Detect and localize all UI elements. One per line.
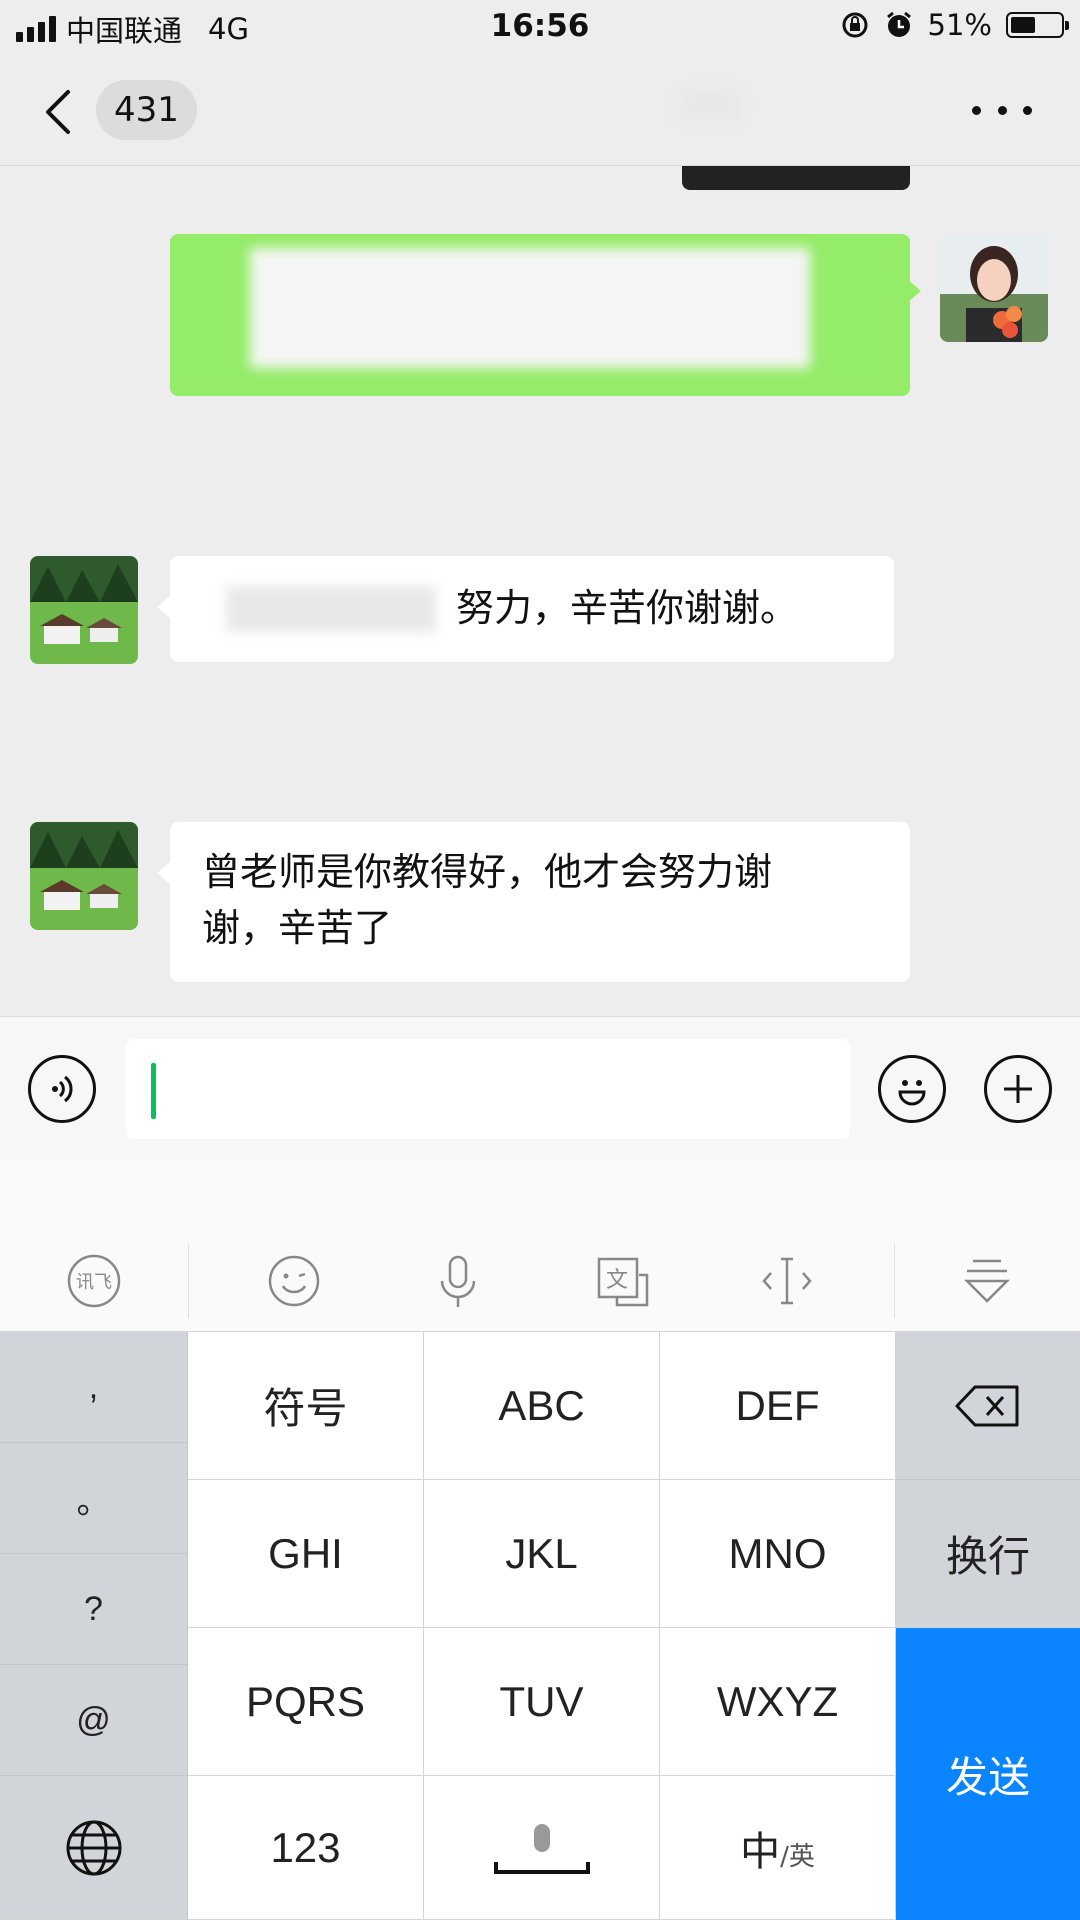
emoji-button[interactable] (878, 1055, 946, 1123)
translate-icon[interactable]: 文 (590, 1248, 656, 1314)
bubble-tail (157, 596, 170, 618)
more-actions-button[interactable] (984, 1055, 1052, 1123)
svg-text:讯飞: 讯飞 (76, 1272, 112, 1293)
chat-title-redacted (680, 90, 740, 120)
cursor-move-icon[interactable] (754, 1248, 820, 1314)
input-bar (0, 1016, 1080, 1160)
smiley-icon (898, 1080, 926, 1106)
key-at[interactable]: @ (0, 1665, 188, 1776)
my-avatar[interactable] (940, 234, 1048, 342)
key-abc[interactable]: ABC (424, 1332, 660, 1480)
more-button[interactable] (972, 90, 1032, 130)
keyboard-toolbar: 讯飞 文 (0, 1230, 1080, 1332)
status-bar: 中国联通 4G 16:56 51% (0, 0, 1080, 56)
message-text-line2: 谢，辛苦了 (202, 906, 393, 950)
avatar-landscape-house (30, 822, 138, 930)
message-text: 努力，辛苦你谢谢。 (456, 586, 799, 630)
battery-fill (1011, 17, 1036, 33)
collapse-keyboard-icon[interactable] (954, 1248, 1020, 1314)
redacted-content (226, 586, 436, 632)
battery-icon (1006, 12, 1069, 38)
t9-keyboard: , 。 ? @ 符号 ABC DEF GHI JKL MNO PQRS TUV … (0, 1332, 1080, 1920)
key-jkl[interactable]: JKL (424, 1480, 660, 1628)
contact-avatar[interactable] (30, 822, 138, 930)
backspace-key[interactable] (896, 1332, 1080, 1480)
toolbar-divider (188, 1244, 189, 1318)
message-bubble-incoming[interactable]: 努力，辛苦你谢谢。 (170, 556, 894, 662)
bubble-tail (157, 862, 170, 884)
message-bubble-outgoing[interactable] (170, 234, 910, 396)
contact-avatar[interactable] (30, 556, 138, 664)
globe-icon (66, 1820, 121, 1875)
message-list[interactable]: 努力，辛苦你谢谢。 曾老师是你教得好，他才会努力谢 谢，辛苦了 (0, 166, 1080, 1016)
key-123[interactable]: 123 (188, 1776, 424, 1920)
key-tuv[interactable]: TUV (424, 1628, 660, 1776)
plus-icon (1004, 1075, 1032, 1103)
send-key[interactable]: 发送 (896, 1628, 1080, 1920)
key-ghi[interactable]: GHI (188, 1480, 424, 1628)
newline-key[interactable]: 换行 (896, 1480, 1080, 1628)
text-cursor (151, 1063, 156, 1119)
key-mno[interactable]: MNO (660, 1480, 896, 1628)
message-bubble-incoming[interactable]: 曾老师是你教得好，他才会努力谢 谢，辛苦了 (170, 822, 910, 982)
voice-icon (52, 1075, 73, 1103)
key-comma[interactable]: , (0, 1332, 188, 1443)
svg-text:文: 文 (606, 1268, 628, 1293)
backspace-icon (955, 1385, 1019, 1426)
chat-header: 431 (0, 56, 1080, 166)
back-button[interactable] (42, 82, 102, 142)
toolbar-divider (894, 1244, 895, 1318)
chevron-left-icon (46, 90, 70, 134)
key-period[interactable]: 。 (0, 1443, 188, 1554)
unread-count-badge[interactable]: 431 (96, 80, 197, 140)
key-question[interactable]: ? (0, 1554, 188, 1665)
lang-key-sub: /英 (780, 1842, 815, 1872)
lang-key-main: 中 (740, 1828, 781, 1875)
lang-switch-key[interactable]: 中/英 (660, 1776, 896, 1920)
key-pqrs[interactable]: PQRS (188, 1628, 424, 1776)
image-message-partial[interactable] (682, 166, 910, 190)
key-symbols[interactable]: 符号 (188, 1332, 424, 1480)
message-input[interactable] (126, 1039, 850, 1139)
space-key[interactable] (424, 1776, 660, 1920)
globe-key[interactable] (0, 1776, 188, 1920)
avatar-landscape-house (30, 556, 138, 664)
keyboard-spacer (0, 1160, 1080, 1231)
xunfei-logo-icon[interactable]: 讯飞 (61, 1248, 127, 1314)
voice-toggle-button[interactable] (28, 1055, 96, 1123)
space-mic-icon (493, 1823, 590, 1874)
message-text-line1: 曾老师是你教得好，他才会努力谢 (202, 850, 773, 894)
rotation-lock-icon (842, 12, 868, 38)
avatar-photo-girl (940, 234, 1048, 342)
mic-icon[interactable] (425, 1248, 491, 1314)
emoji-icon[interactable] (261, 1248, 327, 1314)
status-right: 51% (840, 8, 1069, 42)
key-wxyz[interactable]: WXYZ (660, 1628, 896, 1776)
battery-percent: 51% (927, 8, 992, 42)
alarm-icon (886, 11, 911, 37)
redacted-content (250, 248, 810, 368)
bubble-tail (908, 280, 921, 302)
key-def[interactable]: DEF (660, 1332, 896, 1480)
